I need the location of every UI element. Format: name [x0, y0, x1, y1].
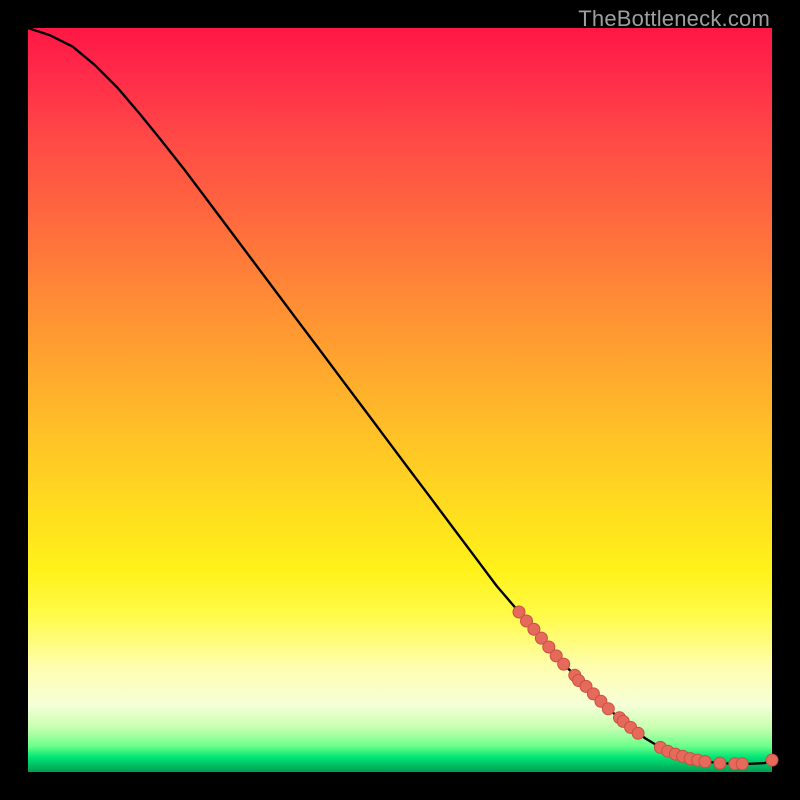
bottleneck-curve [28, 28, 772, 764]
curve-markers [513, 606, 778, 770]
curve-marker [736, 758, 748, 770]
curve-marker [558, 658, 570, 670]
curve-marker [602, 703, 614, 715]
chart-frame: TheBottleneck.com #000000 #000000 #e66a5… [0, 0, 800, 800]
plot-area [28, 28, 772, 772]
curve-marker [714, 757, 726, 769]
curve-marker [699, 756, 711, 768]
curve-marker [766, 754, 778, 766]
curve-svg [28, 28, 772, 772]
curve-marker [632, 727, 644, 739]
